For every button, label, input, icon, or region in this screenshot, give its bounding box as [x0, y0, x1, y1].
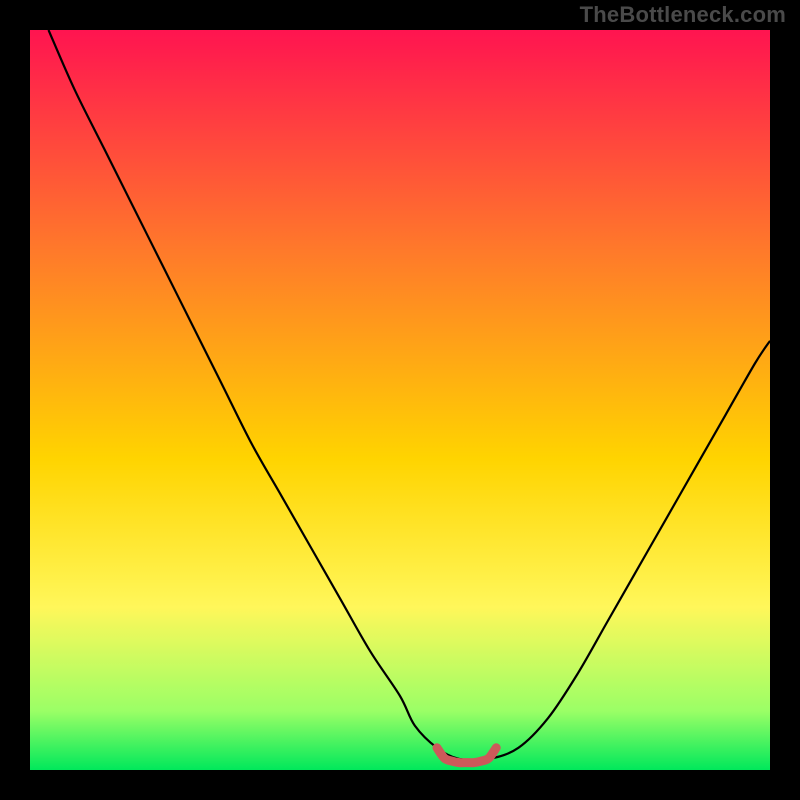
- bottleneck-chart: [30, 30, 770, 770]
- watermark-text: TheBottleneck.com: [580, 2, 786, 28]
- plot-background: [30, 30, 770, 770]
- chart-frame: TheBottleneck.com: [0, 0, 800, 800]
